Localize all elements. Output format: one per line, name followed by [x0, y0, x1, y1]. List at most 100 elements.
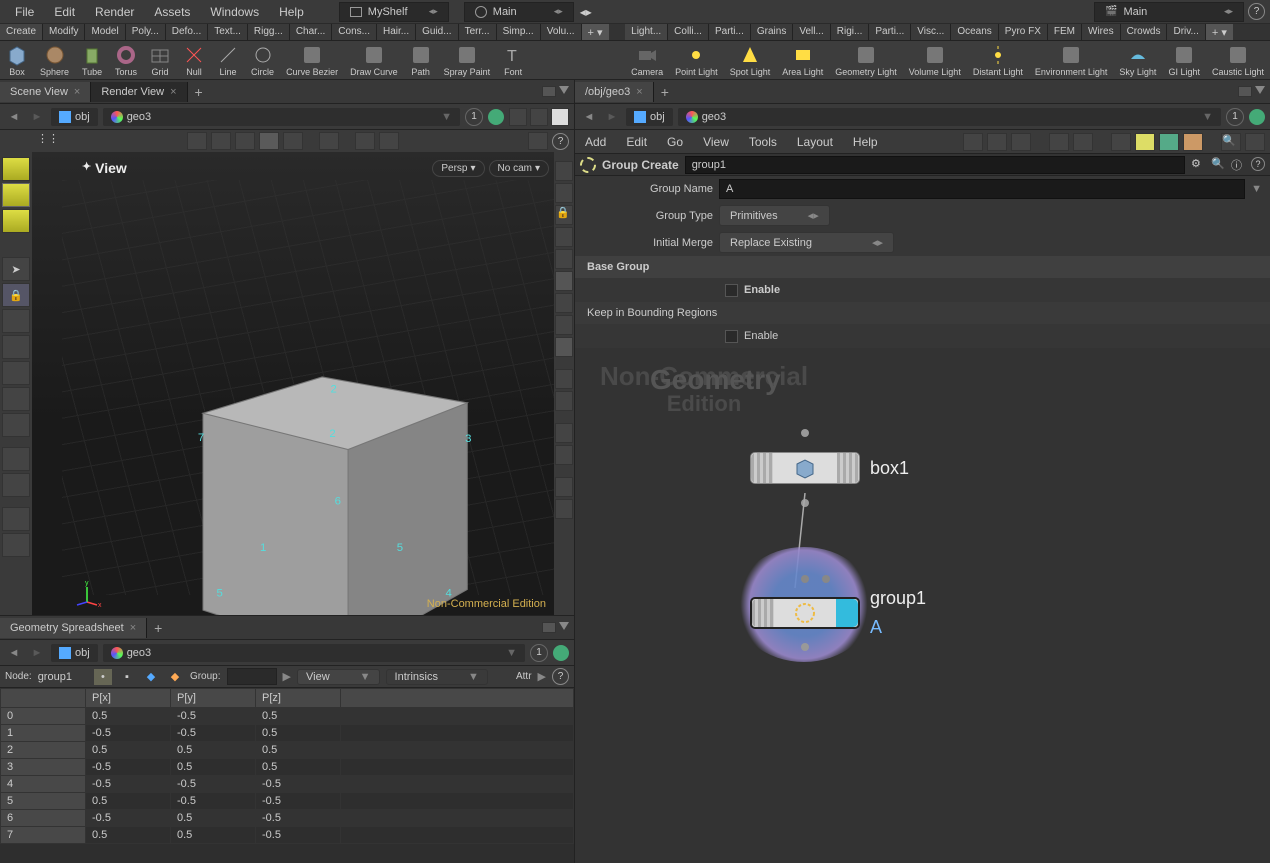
- overview-icon[interactable]: [1245, 133, 1265, 151]
- prims-icon[interactable]: ◆: [142, 669, 160, 685]
- back-arrow-icon[interactable]: ◄: [580, 108, 598, 126]
- section-bounding[interactable]: Keep in Bounding Regions: [575, 302, 1270, 324]
- shelf-tool-path[interactable]: Path: [404, 41, 438, 79]
- shelf-tool-tube[interactable]: Tube: [75, 41, 109, 79]
- wrench-icon[interactable]: [963, 133, 983, 151]
- desktop-selector[interactable]: 🎬 Main ◂▸: [1094, 2, 1244, 22]
- path-count[interactable]: 1: [530, 644, 548, 662]
- search-icon[interactable]: 🔍: [1221, 133, 1241, 151]
- viewport-help-icon[interactable]: ?: [552, 133, 569, 150]
- chevron-down-icon[interactable]: ▼: [1251, 183, 1262, 195]
- net-menu-layout[interactable]: Layout: [787, 131, 843, 153]
- tree-icon[interactable]: [1011, 133, 1031, 151]
- table-row[interactable]: 20.50.50.5: [1, 742, 574, 759]
- pin-icon[interactable]: [553, 645, 569, 661]
- light-orange-icon[interactable]: [2, 335, 30, 359]
- shelf-tab[interactable]: Create: [0, 24, 43, 40]
- net-menu-tools[interactable]: Tools: [739, 131, 787, 153]
- display-opt-icon[interactable]: [555, 477, 573, 497]
- shelf-tab[interactable]: Colli...: [668, 24, 709, 40]
- shelf-tab[interactable]: Terr...: [459, 24, 497, 40]
- net-menu-view[interactable]: View: [693, 131, 739, 153]
- vp-tool-h[interactable]: [379, 132, 399, 150]
- menu-help[interactable]: Help: [269, 1, 314, 23]
- shelf-tool-sky-light[interactable]: Sky Light: [1113, 41, 1162, 79]
- display-cam-icon[interactable]: [555, 315, 573, 335]
- shelf-tab[interactable]: Parti...: [869, 24, 911, 40]
- menu-edit[interactable]: Edit: [44, 1, 85, 23]
- fwd-arrow-icon[interactable]: ►: [603, 108, 621, 126]
- pane-menu-icon[interactable]: [1255, 86, 1265, 94]
- shelf-tool-line[interactable]: Line: [211, 41, 245, 79]
- pin-icon[interactable]: [1249, 109, 1265, 125]
- vp-tool-a[interactable]: [187, 132, 207, 150]
- section-base-group[interactable]: Base Group: [575, 256, 1270, 278]
- display-wire-icon[interactable]: [555, 161, 573, 181]
- info-icon[interactable]: ⓘ: [1231, 157, 1247, 173]
- back-arrow-icon[interactable]: ◄: [5, 108, 23, 126]
- pane-menu-icon[interactable]: [559, 86, 569, 94]
- column-header[interactable]: [1, 689, 86, 708]
- net-menu-edit[interactable]: Edit: [616, 131, 657, 153]
- node-input-dot[interactable]: [801, 429, 809, 437]
- display-x-icon[interactable]: [555, 369, 573, 389]
- gear-icon[interactable]: ⚙: [1191, 157, 1207, 173]
- node-output-dot[interactable]: [801, 643, 809, 651]
- node-input-dot-2[interactable]: [822, 575, 830, 583]
- display-last-icon[interactable]: [555, 499, 573, 519]
- node-box1[interactable]: box1: [750, 452, 909, 484]
- shelf-tab[interactable]: Text...: [208, 24, 248, 40]
- select-prim-icon[interactable]: [2, 183, 30, 207]
- table-row[interactable]: 50.5-0.5-0.5: [1, 793, 574, 810]
- menu-assets[interactable]: Assets: [144, 1, 200, 23]
- path-seg-geo[interactable]: geo3 ▼: [103, 108, 460, 126]
- points-icon[interactable]: •: [94, 669, 112, 685]
- table-row[interactable]: 6-0.50.5-0.5: [1, 810, 574, 827]
- shelf-tool-circle[interactable]: Circle: [245, 41, 280, 79]
- select-obj-icon[interactable]: [2, 157, 30, 181]
- shelf-tool-font[interactable]: TFont: [496, 41, 530, 79]
- shelf-tab[interactable]: Volu...: [541, 24, 582, 40]
- lock-icon[interactable]: 🔒: [2, 283, 30, 307]
- table-row[interactable]: 00.5-0.50.5: [1, 708, 574, 725]
- select-initial-merge[interactable]: Replace Existing◂▸: [719, 232, 894, 253]
- shelf-tool-caustic-light[interactable]: Caustic Light: [1206, 41, 1270, 79]
- tab-render-view[interactable]: Render View×: [91, 82, 187, 102]
- help-icon[interactable]: ?: [552, 668, 569, 685]
- vp-tool-f[interactable]: [319, 132, 339, 150]
- select-group-type[interactable]: Primitives◂▸: [719, 205, 830, 226]
- shelf-tab[interactable]: Cons...: [332, 24, 377, 40]
- grid-a-icon[interactable]: [1049, 133, 1069, 151]
- display-icon[interactable]: [551, 108, 569, 126]
- viewport-canvas[interactable]: ⋮⋮ ? ✦: [32, 130, 574, 615]
- shelf-tab[interactable]: FEM: [1048, 24, 1082, 40]
- vp-tool-g[interactable]: [355, 132, 375, 150]
- network-canvas[interactable]: Non-Commercial Edition Geometry box1: [575, 348, 1270, 863]
- node-group1[interactable]: group1 A: [750, 588, 926, 638]
- shelf-tab[interactable]: Simp...: [497, 24, 541, 40]
- add-tab-button[interactable]: +: [188, 81, 210, 103]
- shelf-selector-left[interactable]: MyShelf ◂▸: [339, 2, 449, 22]
- back-arrow-icon[interactable]: ◄: [5, 644, 23, 662]
- shelf-tab[interactable]: Poly...: [126, 24, 166, 40]
- detail-icon[interactable]: ◆: [166, 669, 184, 685]
- table-row[interactable]: 3-0.50.50.5: [1, 759, 574, 776]
- display-p-icon[interactable]: [555, 423, 573, 443]
- maximize-icon[interactable]: [542, 622, 556, 633]
- intrinsics-menu[interactable]: Intrinsics▼: [386, 669, 488, 685]
- shelf-tool-box[interactable]: Box: [0, 41, 34, 79]
- table-row[interactable]: 4-0.5-0.5-0.5: [1, 776, 574, 793]
- sticky-icon[interactable]: [1135, 133, 1155, 151]
- net-menu-add[interactable]: Add: [575, 131, 616, 153]
- shelf-tool-sphere[interactable]: Sphere: [34, 41, 75, 79]
- light-red-icon[interactable]: [2, 309, 30, 333]
- shelf-tool-area-light[interactable]: Area Light: [776, 41, 829, 79]
- maximize-icon[interactable]: [542, 86, 556, 97]
- vp-tool-d[interactable]: [259, 132, 279, 150]
- shelf-tool-environment-light[interactable]: Environment Light: [1029, 41, 1114, 79]
- shelf-tab[interactable]: Visc...: [911, 24, 951, 40]
- shelf-tab[interactable]: Char...: [290, 24, 332, 40]
- takes-icon[interactable]: [530, 108, 548, 126]
- path-count[interactable]: 1: [465, 108, 483, 126]
- vp-tool-c[interactable]: [235, 132, 255, 150]
